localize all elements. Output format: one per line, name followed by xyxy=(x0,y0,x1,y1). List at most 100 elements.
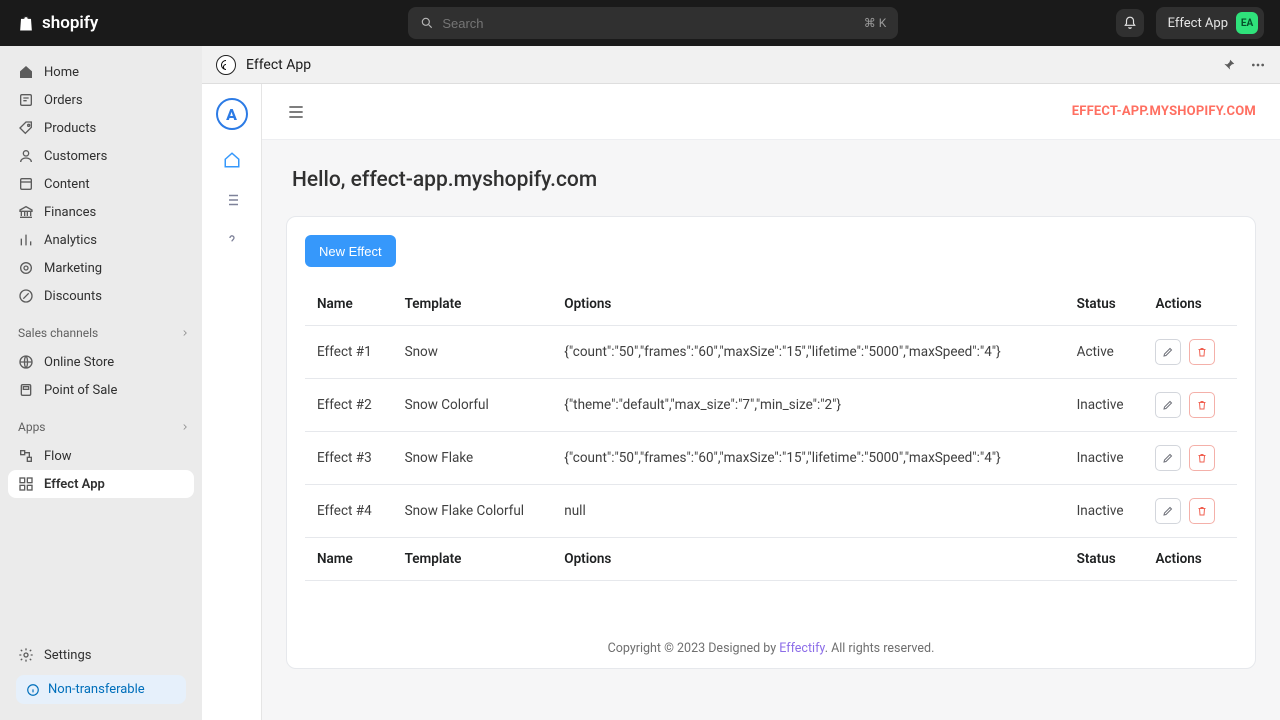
tf-status: Status xyxy=(1065,538,1144,581)
pos-icon xyxy=(18,382,34,398)
tf-actions: Actions xyxy=(1143,538,1237,581)
footer-prefix: Copyright © 2023 Designed by xyxy=(608,641,780,656)
cell-actions xyxy=(1143,485,1237,538)
footer-suffix: . All rights reserved. xyxy=(825,641,935,656)
non-transferable-pill[interactable]: Non-transferable xyxy=(16,675,186,704)
sidebar-item-flow[interactable]: Flow xyxy=(8,442,194,470)
store-icon xyxy=(18,354,34,370)
sidebar-item-label: Effect App xyxy=(44,477,105,492)
sidebar-item-label: Products xyxy=(44,121,96,136)
bank-icon xyxy=(18,204,34,220)
cell-actions xyxy=(1143,432,1237,485)
effectify-logo[interactable]: A xyxy=(216,98,248,130)
home-icon xyxy=(18,64,34,80)
sidebar-item-customers[interactable]: Customers xyxy=(8,142,194,170)
delete-button[interactable] xyxy=(1189,498,1215,524)
app-nav-help[interactable] xyxy=(222,230,242,250)
sidebar-item-orders[interactable]: Orders xyxy=(8,86,194,114)
edit-button[interactable] xyxy=(1155,339,1181,365)
account-menu[interactable]: Effect App EA xyxy=(1156,7,1264,39)
brand-text: shopify xyxy=(42,13,98,33)
th-template: Template xyxy=(393,283,553,326)
cell-options: {"theme":"default","max_size":"7","min_s… xyxy=(552,379,1064,432)
app-footer: Copyright © 2023 Designed by Effectify. … xyxy=(287,581,1255,668)
analytics-icon xyxy=(18,232,34,248)
shop-domain-label: EFFECT-APP.MYSHOPIFY.COM xyxy=(1072,104,1256,119)
orders-icon xyxy=(18,92,34,108)
edit-button[interactable] xyxy=(1155,392,1181,418)
delete-button[interactable] xyxy=(1189,445,1215,471)
delete-button[interactable] xyxy=(1189,392,1215,418)
home-outline-icon xyxy=(223,151,241,169)
cell-template: Snow xyxy=(393,326,553,379)
non-transferable-label: Non-transferable xyxy=(48,682,145,697)
apps-heading[interactable]: Apps xyxy=(0,408,202,438)
notifications-button[interactable] xyxy=(1116,9,1144,37)
cell-options: {"count":"50","frames":"60","maxSize":"1… xyxy=(552,326,1064,379)
th-options: Options xyxy=(552,283,1064,326)
cell-template: Snow Flake Colorful xyxy=(393,485,553,538)
hamburger-icon[interactable] xyxy=(286,102,306,122)
app-header-bar: Effect App xyxy=(202,46,1280,84)
trash-icon xyxy=(1196,346,1208,358)
pencil-icon xyxy=(1162,346,1174,358)
app-left-rail: A xyxy=(202,84,262,720)
bell-icon xyxy=(1123,16,1137,30)
sidebar-item-analytics[interactable]: Analytics xyxy=(8,226,194,254)
search-input[interactable] xyxy=(442,16,863,31)
global-search[interactable]: ⌘ K xyxy=(408,7,898,39)
cell-options: null xyxy=(552,485,1064,538)
cell-template: Snow Colorful xyxy=(393,379,553,432)
app-toprow: EFFECT-APP.MYSHOPIFY.COM xyxy=(262,84,1280,140)
sidebar-item-content[interactable]: Content xyxy=(8,170,194,198)
swirl-icon xyxy=(220,59,232,71)
sidebar-item-label: Marketing xyxy=(44,261,102,276)
sales-channels-heading[interactable]: Sales channels xyxy=(0,314,202,344)
content-icon xyxy=(18,176,34,192)
primary-sidebar: Home Orders Products Customers Content F… xyxy=(0,46,202,720)
edit-button[interactable] xyxy=(1155,445,1181,471)
sidebar-item-finances[interactable]: Finances xyxy=(8,198,194,226)
global-topbar: shopify ⌘ K Effect App EA xyxy=(0,0,1280,46)
chevron-right-icon xyxy=(180,328,190,338)
content-area: Effect App A xyxy=(202,46,1280,720)
sidebar-item-label: Point of Sale xyxy=(44,383,117,398)
tag-icon xyxy=(18,120,34,136)
th-name: Name xyxy=(305,283,393,326)
sidebar-item-label: Analytics xyxy=(44,233,97,248)
sidebar-item-pos[interactable]: Point of Sale xyxy=(8,376,194,404)
new-effect-button[interactable]: New Effect xyxy=(305,235,396,267)
more-icon[interactable] xyxy=(1250,57,1266,73)
sidebar-item-label: Flow xyxy=(44,449,72,464)
search-icon xyxy=(420,16,434,30)
sidebar-item-home[interactable]: Home xyxy=(8,58,194,86)
chevron-right-icon xyxy=(180,422,190,432)
delete-button[interactable] xyxy=(1189,339,1215,365)
app-nav-list[interactable] xyxy=(222,190,242,210)
shopify-logo[interactable]: shopify xyxy=(16,12,98,34)
sidebar-item-settings[interactable]: Settings xyxy=(8,641,194,669)
app-body: Hello, effect-app.myshopify.com New Effe… xyxy=(262,140,1280,720)
app-nav-home[interactable] xyxy=(222,150,242,170)
sidebar-item-effect-app[interactable]: Effect App xyxy=(8,470,194,498)
edit-button[interactable] xyxy=(1155,498,1181,524)
trash-icon xyxy=(1196,505,1208,517)
pin-icon[interactable] xyxy=(1222,58,1236,72)
sidebar-item-discounts[interactable]: Discounts xyxy=(8,282,194,310)
shopify-bag-icon xyxy=(16,12,36,34)
cell-name: Effect #2 xyxy=(305,379,393,432)
effects-table: Name Template Options Status Actions Eff… xyxy=(305,283,1237,581)
cell-actions xyxy=(1143,379,1237,432)
table-header-row: Name Template Options Status Actions xyxy=(305,283,1237,326)
app-frame: A EFFECT-APP.MYSHOPIFY.COM Hello, effec xyxy=(202,84,1280,720)
cell-status: Inactive xyxy=(1065,485,1144,538)
trash-icon xyxy=(1196,399,1208,411)
cell-options: {"count":"50","frames":"60","maxSize":"1… xyxy=(552,432,1064,485)
sidebar-item-products[interactable]: Products xyxy=(8,114,194,142)
tf-name: Name xyxy=(305,538,393,581)
sidebar-item-marketing[interactable]: Marketing xyxy=(8,254,194,282)
cell-template: Snow Flake xyxy=(393,432,553,485)
sidebar-item-online-store[interactable]: Online Store xyxy=(8,348,194,376)
sidebar-item-label: Finances xyxy=(44,205,96,220)
footer-link[interactable]: Effectify xyxy=(779,641,824,656)
